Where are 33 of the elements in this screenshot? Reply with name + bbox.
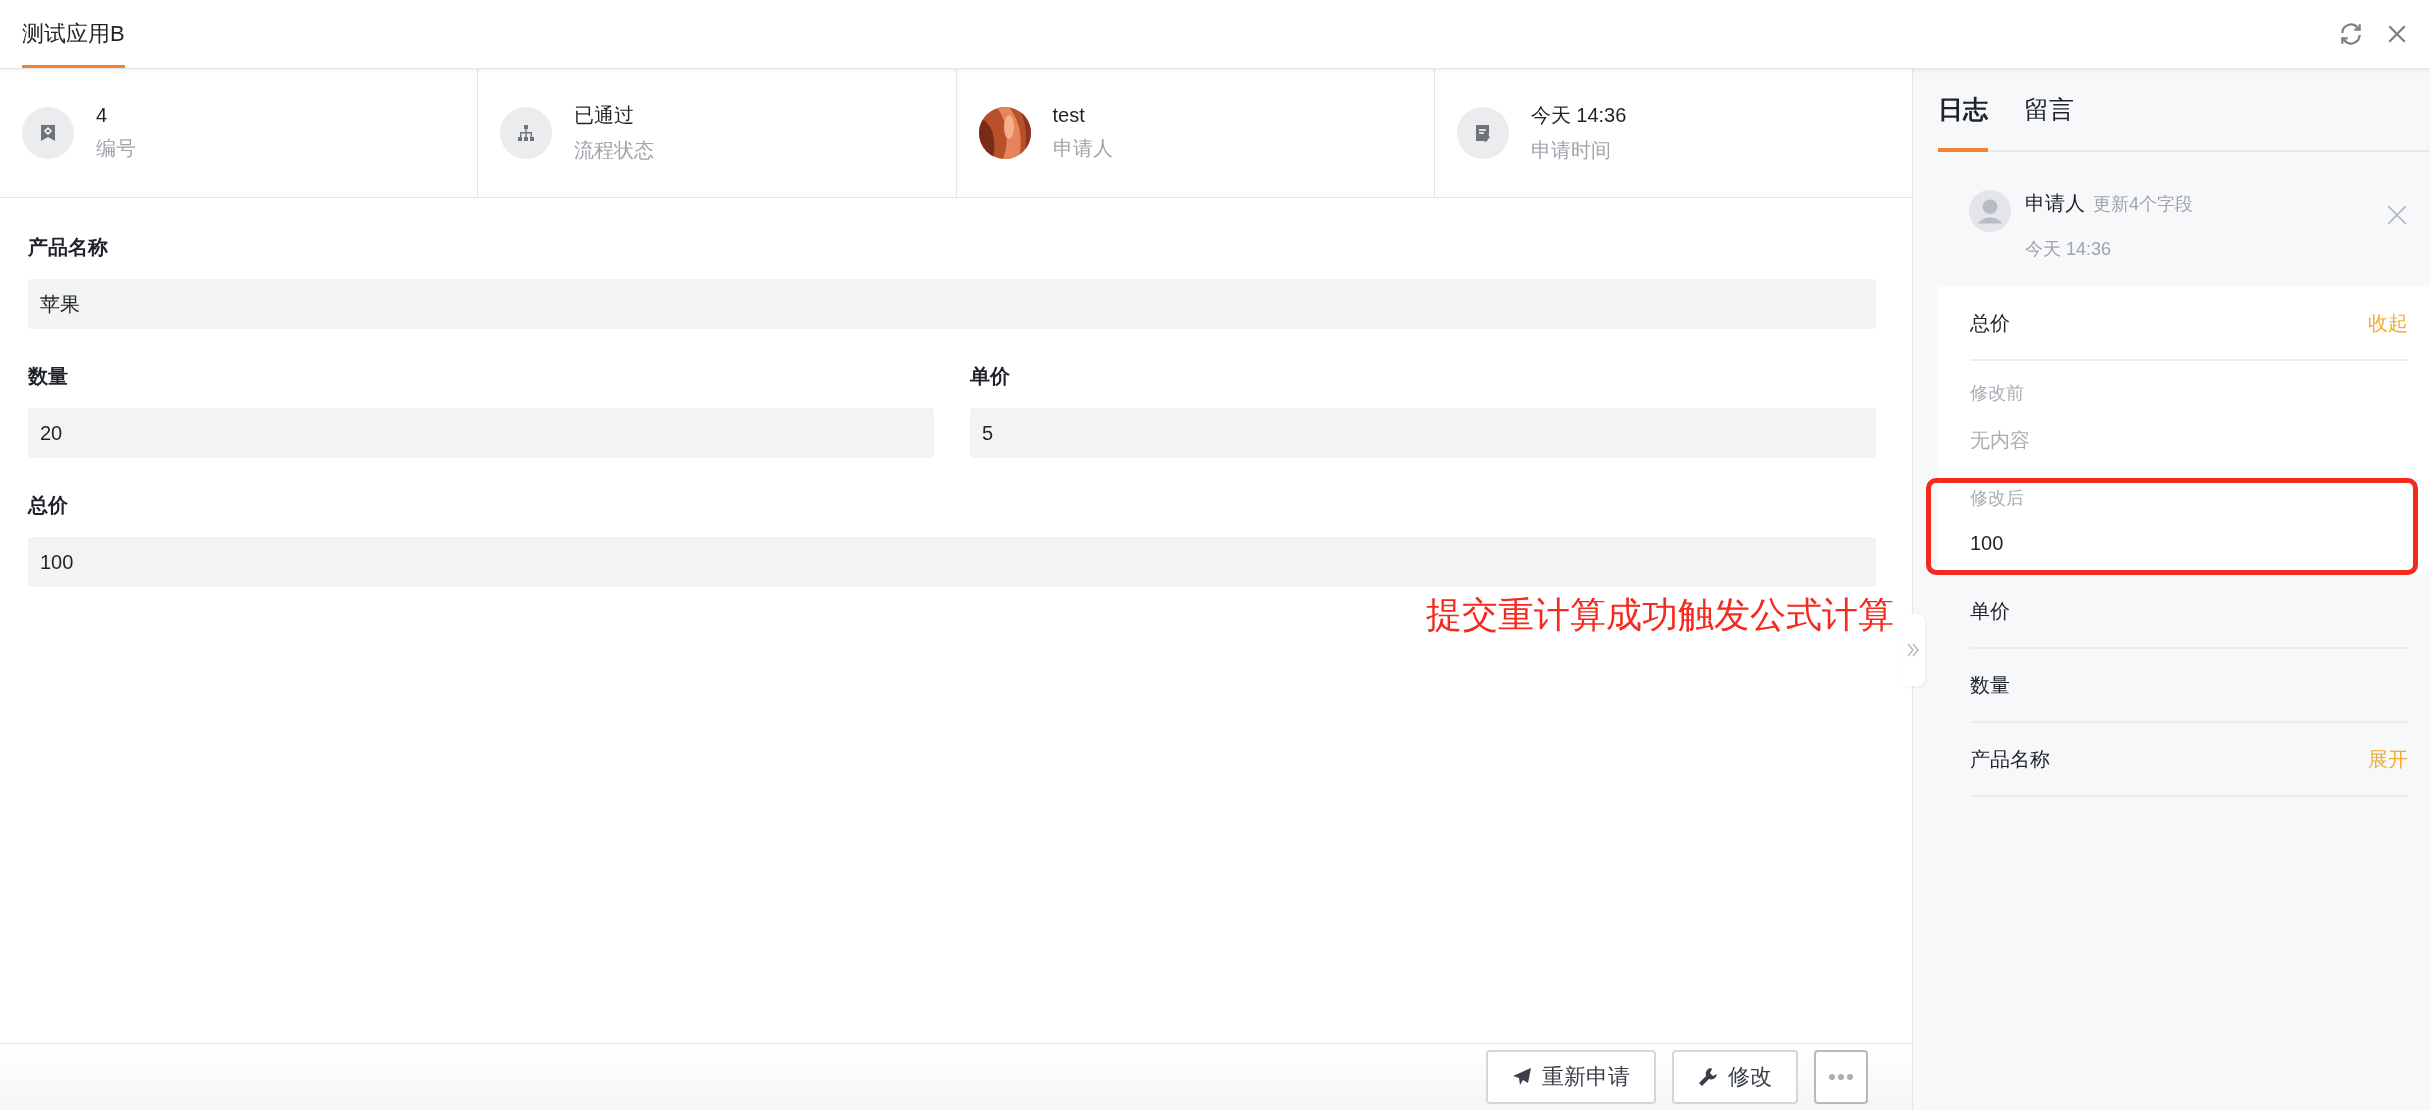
- field-name: 单价: [1970, 598, 2010, 624]
- log-action: 更新4个字段: [2093, 193, 2193, 216]
- field-label: 单价: [970, 364, 1011, 389]
- field-value: 100: [28, 537, 1876, 587]
- info-value: 今天 14:36: [1530, 103, 1627, 128]
- field-value: 20: [28, 408, 934, 458]
- field-value: 苹果: [28, 279, 1876, 329]
- log-tab[interactable]: 留言: [2024, 93, 2074, 152]
- info-value: 已通过: [574, 103, 636, 128]
- info-label: 申请时间: [1530, 138, 1612, 163]
- before-value: 无内容: [1970, 428, 2031, 453]
- before-label: 修改前: [1970, 382, 2025, 405]
- edit-button[interactable]: 修改: [1672, 1050, 1798, 1104]
- annotation-text: 提交重计算成功触发公式计算: [1426, 593, 1894, 637]
- field-label: 数量: [28, 364, 69, 389]
- field-value: 5: [970, 408, 1876, 458]
- after-label: 修改后: [1970, 487, 2025, 510]
- log-time: 今天 14:36: [2025, 238, 2113, 261]
- reapply-button[interactable]: 重新申请: [1486, 1050, 1656, 1104]
- field-name: 总价: [1970, 310, 2010, 336]
- after-value: 100: [1970, 532, 2005, 555]
- info-label: 流程状态: [574, 138, 655, 163]
- info-label: 编号: [96, 136, 136, 161]
- field-label: 产品名称: [28, 235, 109, 260]
- log-user: 申请人: [2025, 191, 2085, 216]
- log-tab[interactable]: 日志: [1938, 93, 1988, 152]
- field-label: 总价: [28, 493, 69, 518]
- app-tab[interactable]: 测试应用B: [22, 0, 125, 68]
- field-name: 数量: [1970, 672, 2010, 698]
- info-label: 申请人: [1052, 136, 1113, 161]
- info-value: test: [1052, 104, 1086, 127]
- field-name: 产品名称: [1970, 746, 2050, 772]
- info-value: 4: [96, 104, 109, 127]
